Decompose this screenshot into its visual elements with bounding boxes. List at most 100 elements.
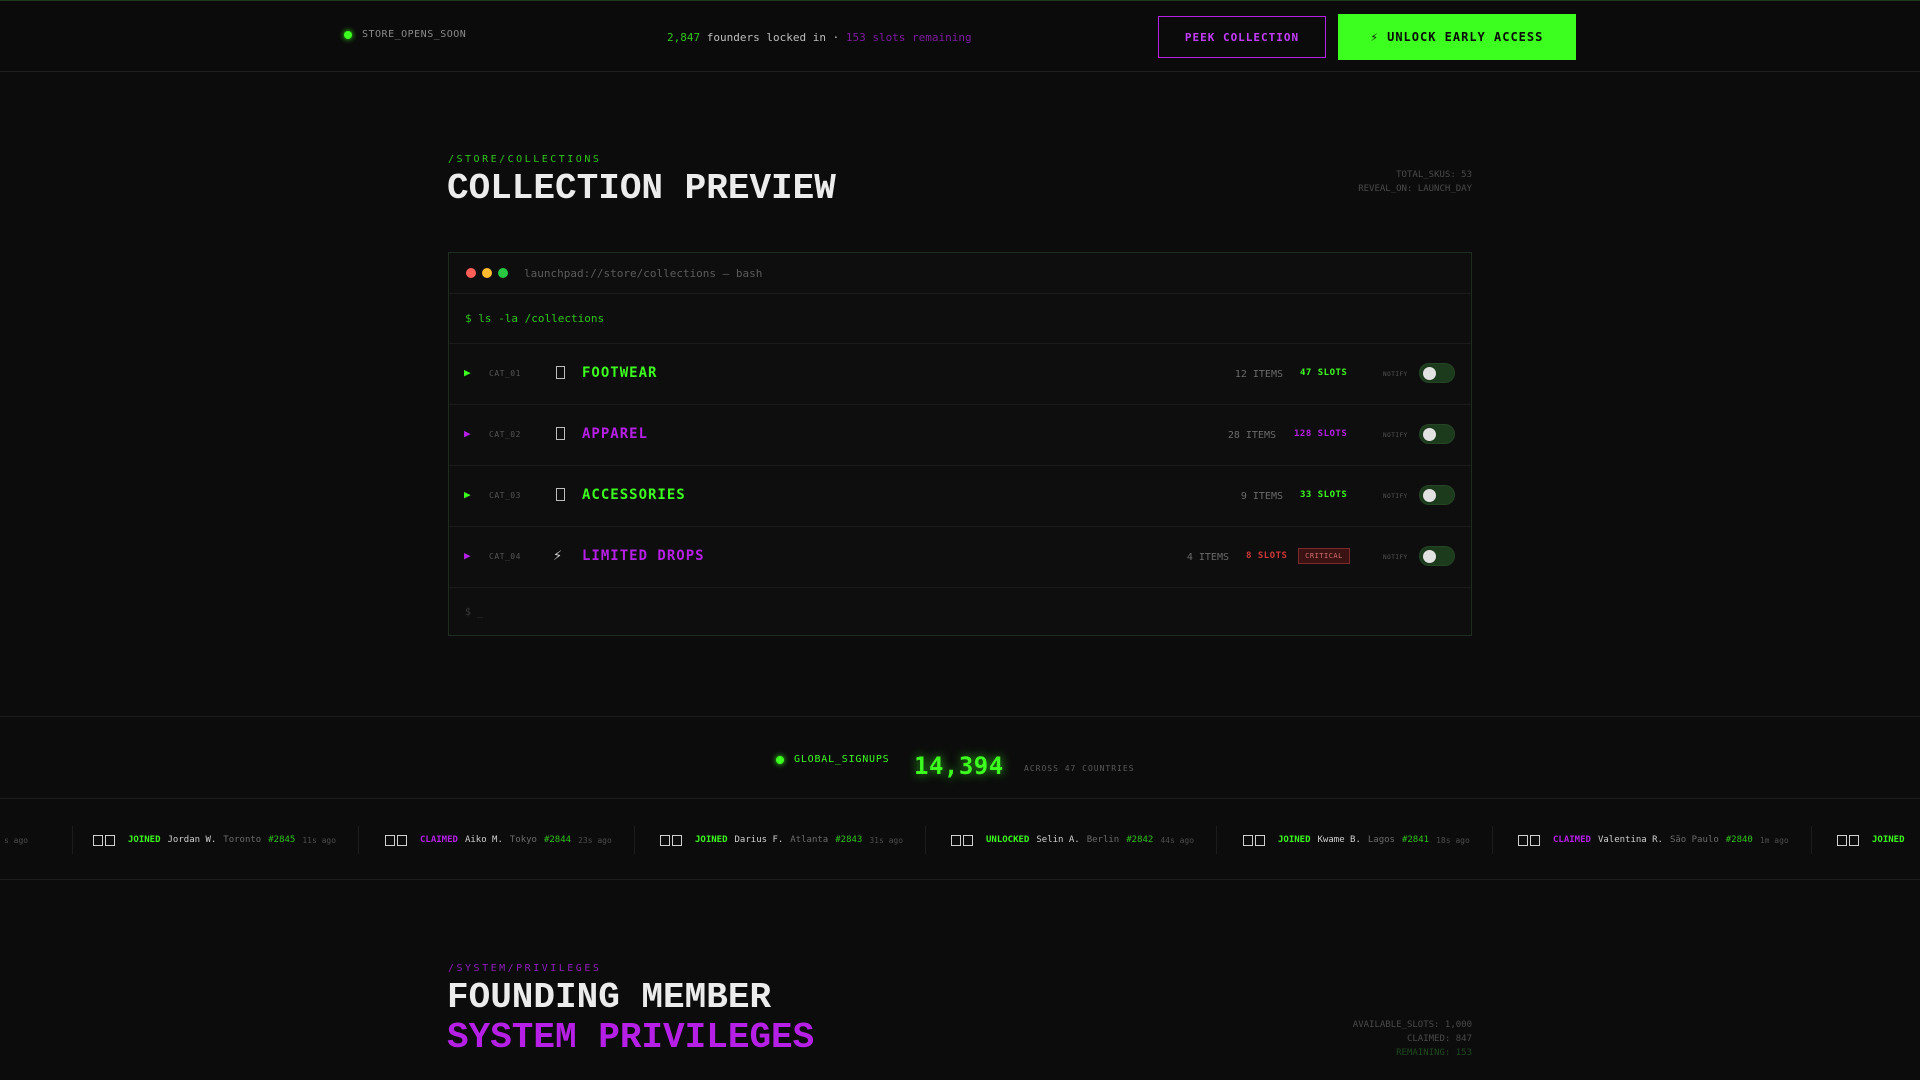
notify-label: NOTIFY [1383,493,1408,500]
ticker-number: #2843 [835,835,863,845]
collections-eyebrow: /STORE/COLLECTIONS [448,154,602,165]
ticker-ago: 31s ago [869,835,904,845]
notify-toggle[interactable] [1419,546,1455,566]
meta-total-skus: TOTAL_SKUS: 53 [1396,170,1472,180]
ticker-number: #2844 [543,835,572,845]
founders-counter: 2,847 founders locked in · 153 slots rem… [667,31,972,44]
ticker-item: JOINED Jordan W. Toronto #2845 11s ago [93,826,360,854]
ticker-ago: 44s ago [1160,835,1195,845]
box-icon [556,366,565,379]
ticker-name: Valentina R. [1597,835,1663,845]
box-icon [556,427,565,440]
notify-label: NOTIFY [1383,554,1408,561]
box-icon [556,488,565,501]
expand-arrow-icon[interactable]: ▶ [464,488,471,501]
ticker-action: CLAIMED [420,835,458,845]
ticker-number: #2842 [1126,835,1154,845]
toggle-knob [1423,489,1436,502]
divider [0,879,1920,880]
privileges-eyebrow: /SYSTEM/PRIVILEGES [448,963,602,974]
collection-row-apparel[interactable]: ▶ CAT_02 APPAREL 28 ITEMS 128 SLOTS NOTI… [449,405,1471,466]
founders-count: 2,847 [667,31,701,44]
ticker-item: JOINED Kwame B. Lagos #2841 18s ago [1243,826,1493,854]
meta-reveal-on: REVEAL_ON: LAUNCH_DAY [1358,184,1472,194]
signups-label: GLOBAL_SIGNUPS [794,754,890,765]
minimize-dot-icon[interactable] [482,268,492,278]
notify-toggle[interactable] [1419,485,1455,505]
ticker-ago: s ago [4,835,29,845]
category-name: LIMITED DROPS [582,548,705,564]
ticker-item: JOINED Darius F. Atlanta #2843 31s ago [660,826,927,854]
close-dot-icon[interactable] [466,268,476,278]
ticker-name: Aiko M. [464,835,503,845]
category-name: ACCESSORIES [582,487,686,503]
collection-row-limited-drops[interactable]: ▶ CAT_04 ⚡ LIMITED DROPS 4 ITEMS 8 SLOTS… [449,527,1471,588]
ticker-item: CLAIMED Valentina R. São Paulo #2840 1m … [1518,826,1812,854]
activity-ticker: s ago JOINED Jordan W. Toronto #2845 11s… [0,800,1920,878]
notify-label: NOTIFY [1383,432,1408,439]
ticker-city: Berlin [1086,835,1120,845]
notify-toggle[interactable] [1419,424,1455,444]
expand-arrow-icon[interactable]: ▶ [464,549,471,562]
expand-arrow-icon[interactable]: ▶ [464,427,471,440]
ticker-name: Jordan W. [167,835,217,845]
flag-icon [660,834,682,846]
ticker-city: Toronto [223,835,262,845]
maximize-dot-icon[interactable] [498,268,508,278]
unlock-early-access-button[interactable]: ⚡ UNLOCK EARLY ACCESS [1338,14,1576,60]
item-count: 4 ITEMS [1186,552,1229,563]
slot-count: 33 SLOTS [1300,490,1348,500]
terminal-command: $ ls -la /collections [449,294,1471,344]
ticker-action: UNLOCKED [986,835,1030,845]
ticker-item: JOINED [1837,826,1920,854]
signups-count: 14,394 [914,752,1004,780]
expand-arrow-icon[interactable]: ▶ [464,366,471,379]
flag-icon [385,834,407,846]
category-id: CAT_03 [489,491,521,500]
meta-available-slots: AVAILABLE_SLOTS: 1,000 [1352,1020,1472,1030]
ticker-number: #2840 [1725,835,1753,845]
page-title: COLLECTION PREVIEW [447,168,836,209]
ticker-ago: 18s ago [1436,835,1470,845]
ticker-city: Tokyo [509,835,537,845]
ticker-ago: 1m ago [1759,835,1789,845]
ticker-action: JOINED [1278,835,1311,845]
terminal-title: launchpad://store/collections — bash [524,266,763,280]
collection-row-footwear[interactable]: ▶ CAT_01 FOOTWEAR 12 ITEMS 47 SLOTS NOTI… [449,344,1471,405]
divider [0,716,1920,717]
notify-label: NOTIFY [1383,371,1408,378]
collections-terminal: launchpad://store/collections — bash $ l… [448,252,1472,636]
category-name: APPAREL [582,426,649,442]
ticker-item-fragment: s ago [4,826,74,854]
collection-row-accessories[interactable]: ▶ CAT_03 ACCESSORIES 9 ITEMS 33 SLOTS NO… [449,466,1471,527]
ticker-action: JOINED [1872,835,1905,845]
live-dot-icon [776,755,784,764]
toggle-knob [1423,550,1436,563]
terminal-prompt: $ _ [465,607,484,618]
notify-toggle[interactable] [1419,363,1455,383]
bolt-icon: ⚡ [553,546,563,564]
slot-count: 128 SLOTS [1294,429,1348,439]
terminal-titlebar: launchpad://store/collections — bash [449,253,1471,294]
item-count: 9 ITEMS [1240,491,1283,502]
ticker-action: JOINED [128,835,161,845]
ticker-ago: 11s ago [302,835,337,845]
flag-icon [1837,834,1859,846]
privileges-meta: AVAILABLE_SLOTS: 1,000 CLAIMED: 847 REMA… [1353,1018,1472,1060]
critical-badge: CRITICAL [1298,548,1350,564]
ticker-action: JOINED [695,835,728,845]
category-name: FOOTWEAR [582,365,658,381]
category-id: CAT_04 [489,552,521,561]
category-id: CAT_02 [489,430,521,439]
status-dot-icon [344,30,352,39]
toggle-knob [1423,428,1436,441]
peek-collection-button[interactable]: PEEK COLLECTION [1158,16,1326,58]
collections-meta: TOTAL_SKUS: 53 REVEAL_ON: LAUNCH_DAY [1358,168,1472,196]
ticker-number: #2845 [268,835,296,845]
ticker-city: São Paulo [1669,835,1719,845]
top-bar: STORE_OPENS_SOON 2,847 founders locked i… [0,0,1920,72]
ticker-name: Selin A. [1036,835,1080,845]
item-count: 28 ITEMS [1227,430,1276,441]
meta-remaining: REMAINING: 153 [1396,1048,1472,1058]
ticker-ago: 23s ago [578,835,612,845]
